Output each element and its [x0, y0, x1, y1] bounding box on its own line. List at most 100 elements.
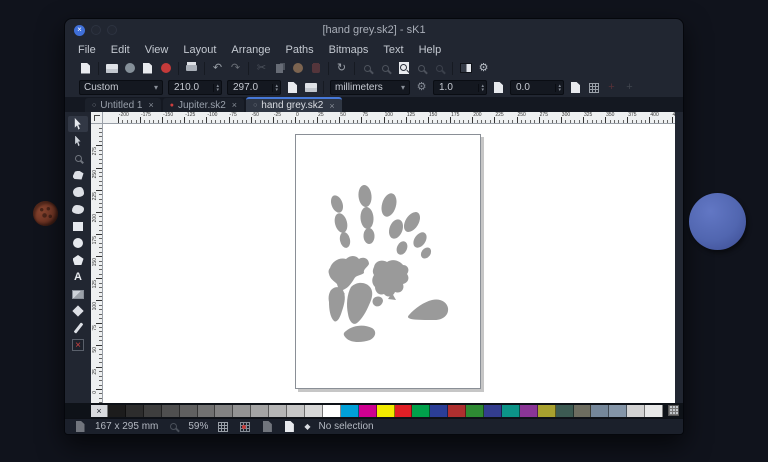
tool-shape-edit[interactable]	[68, 133, 88, 149]
tool-image[interactable]	[68, 286, 88, 302]
color-swatch-17[interactable]	[395, 405, 413, 417]
copy-button[interactable]	[271, 60, 288, 76]
menu-view[interactable]: View	[145, 44, 169, 56]
color-swatch-2[interactable]	[126, 405, 144, 417]
snap-radius-icon[interactable]: ⚙	[413, 80, 430, 96]
tool-polygon[interactable]	[68, 252, 88, 268]
tool-bezier[interactable]	[68, 184, 88, 200]
tool-no-fill[interactable]: ×	[68, 337, 88, 353]
page-width-input-steppers[interactable]: ▴▾	[213, 84, 221, 92]
color-swatch-10[interactable]	[269, 405, 287, 417]
zoom-selection-button[interactable]	[431, 60, 448, 76]
tab-close-icon[interactable]: ×	[329, 101, 334, 111]
close-document-button[interactable]	[157, 60, 174, 76]
titlebar[interactable]: [hand grey.sk2] - sK1 ×	[65, 19, 683, 41]
landscape-button[interactable]	[302, 80, 319, 96]
color-swatch-11[interactable]	[287, 405, 305, 417]
page-border-button[interactable]	[567, 80, 584, 96]
document-page[interactable]	[295, 134, 481, 389]
snap-radius-input-steppers[interactable]: ▴▾	[478, 84, 486, 92]
new-document-button[interactable]	[77, 60, 94, 76]
tool-gradient[interactable]	[68, 303, 88, 319]
color-swatch-1[interactable]	[108, 405, 126, 417]
color-swatch-8[interactable]	[233, 405, 251, 417]
spin-down-icon[interactable]: ▾	[481, 88, 484, 92]
snap-radius-input[interactable]: 1.0▴▾	[433, 80, 487, 95]
menu-file[interactable]: File	[78, 44, 96, 56]
color-swatch-19[interactable]	[430, 405, 448, 417]
menu-edit[interactable]: Edit	[111, 44, 130, 56]
color-swatch-26[interactable]	[556, 405, 574, 417]
menu-text[interactable]: Text	[383, 44, 403, 56]
palette-scroll-button[interactable]	[668, 405, 679, 416]
color-swatch-20[interactable]	[448, 405, 466, 417]
color-swatch-12[interactable]	[305, 405, 323, 417]
color-swatch-23[interactable]	[502, 405, 520, 417]
menu-layout[interactable]: Layout	[183, 44, 216, 56]
save-as-button[interactable]	[139, 60, 156, 76]
vertical-ruler[interactable]: 0255075100125150175200225250275	[91, 124, 103, 403]
tool-fill[interactable]	[68, 320, 88, 336]
print-button[interactable]	[183, 60, 200, 76]
menu-help[interactable]: Help	[419, 44, 442, 56]
color-swatch-15[interactable]	[359, 405, 377, 417]
tool-freehand[interactable]	[68, 201, 88, 217]
tab-hand-grey-sk2[interactable]: ○hand grey.sk2×	[246, 97, 342, 112]
page-status-icon[interactable]	[282, 419, 296, 435]
snap-to-guides-button[interactable]: +	[621, 80, 638, 96]
tab-close-icon[interactable]: ×	[148, 100, 153, 110]
open-button[interactable]	[103, 60, 120, 76]
tool-ellipse[interactable]	[68, 235, 88, 251]
color-swatch-3[interactable]	[144, 405, 162, 417]
no-color-swatch[interactable]: ×	[91, 405, 108, 417]
color-swatch-16[interactable]	[377, 405, 395, 417]
paste-button[interactable]	[289, 60, 306, 76]
color-swatch-24[interactable]	[520, 405, 538, 417]
spin-down-icon[interactable]: ▾	[558, 88, 561, 92]
rotation-step-input-steppers[interactable]: ▴▾	[555, 84, 563, 92]
color-swatch-9[interactable]	[251, 405, 269, 417]
snap-to-grid-button[interactable]: +	[603, 80, 620, 96]
color-swatch-18[interactable]	[412, 405, 430, 417]
redo-button[interactable]: ↷	[227, 60, 244, 76]
color-swatch-5[interactable]	[180, 405, 198, 417]
tool-text[interactable]: A	[68, 269, 88, 285]
undo-button[interactable]: ↶	[209, 60, 226, 76]
zoom-status-icon[interactable]	[166, 419, 180, 435]
tab-untitled-1[interactable]: ○Untitled 1×	[85, 98, 161, 112]
color-swatch-22[interactable]	[484, 405, 502, 417]
tab-close-icon[interactable]: ×	[232, 100, 237, 110]
save-button[interactable]	[121, 60, 138, 76]
delete-button[interactable]	[307, 60, 324, 76]
color-swatch-7[interactable]	[215, 405, 233, 417]
snap-to-grid-status-icon[interactable]	[238, 419, 252, 435]
tab-jupiter-sk2[interactable]: ●Jupiter.sk2×	[163, 98, 244, 112]
color-swatch-21[interactable]	[466, 405, 484, 417]
color-swatch-4[interactable]	[162, 405, 180, 417]
menu-arrange[interactable]: Arrange	[231, 44, 270, 56]
color-swatch-25[interactable]	[538, 405, 556, 417]
color-swatch-13[interactable]	[323, 405, 341, 417]
snap-to-guides-status-icon[interactable]	[260, 419, 274, 435]
color-swatch-6[interactable]	[198, 405, 216, 417]
menu-paths[interactable]: Paths	[286, 44, 314, 56]
properties-panel-button[interactable]	[457, 60, 474, 76]
refresh-button[interactable]: ↻	[333, 60, 350, 76]
color-swatch-14[interactable]	[341, 405, 359, 417]
color-swatch-30[interactable]	[627, 405, 645, 417]
color-swatch-27[interactable]	[574, 405, 592, 417]
tool-rectangle[interactable]	[68, 218, 88, 234]
color-swatch-28[interactable]	[591, 405, 609, 417]
page-format-select[interactable]: Custom▾	[79, 80, 163, 95]
spin-down-icon[interactable]: ▾	[216, 88, 219, 92]
color-swatch-29[interactable]	[609, 405, 627, 417]
zoom-page-button[interactable]	[395, 60, 412, 76]
page-width-input[interactable]: 210.0▴▾	[168, 80, 222, 95]
ruler-origin-box[interactable]	[91, 112, 103, 124]
menu-bitmaps[interactable]: Bitmaps	[329, 44, 369, 56]
canvas[interactable]	[103, 124, 675, 403]
portrait-button[interactable]	[284, 80, 301, 96]
units-select[interactable]: millimeters▾	[330, 80, 410, 95]
grid-status-icon[interactable]	[216, 419, 230, 435]
tool-polyline[interactable]	[68, 167, 88, 183]
